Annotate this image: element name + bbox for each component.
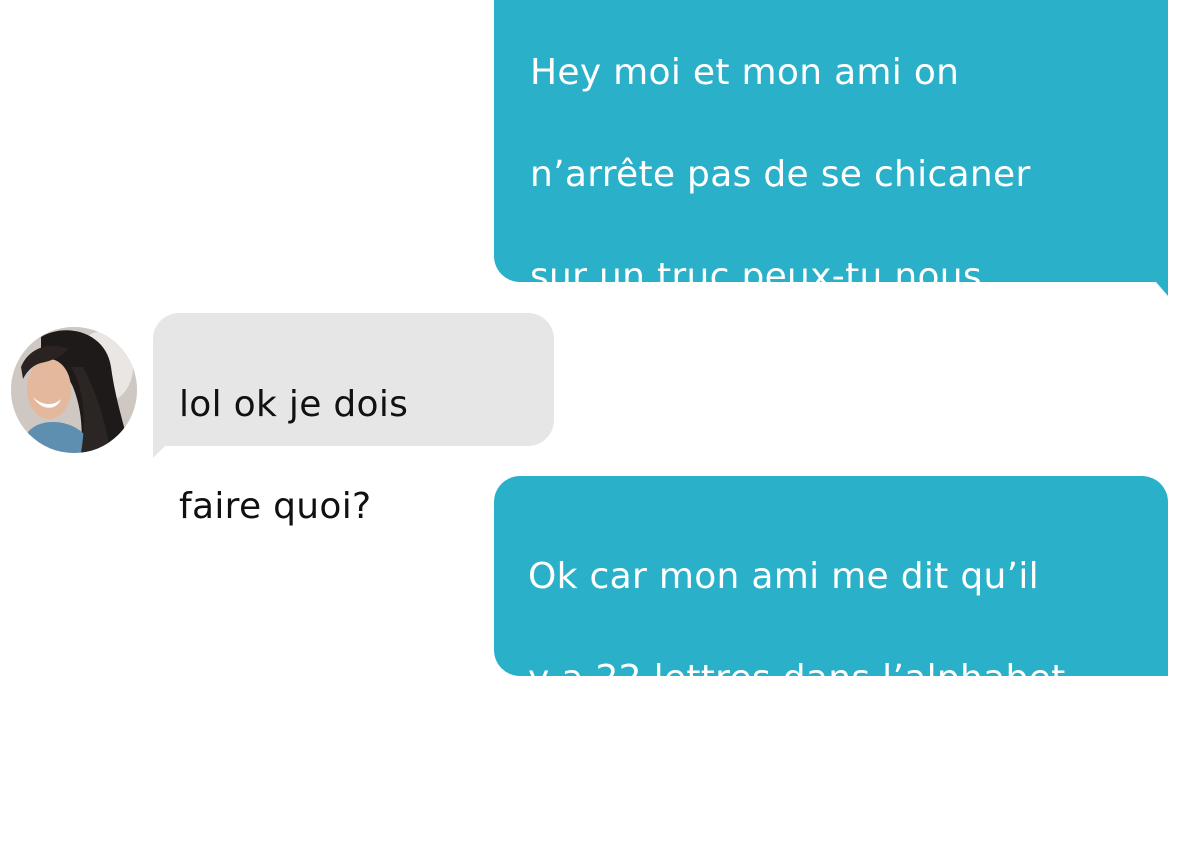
message-line: Ok car mon ami me dit qu’il	[528, 556, 1039, 597]
message-line: aider à terminer le débat en	[530, 358, 1046, 399]
bubble-tail	[153, 446, 165, 458]
contact-avatar[interactable]	[11, 327, 137, 453]
message-line: y a 22 lettres dans l’alphabet	[528, 658, 1066, 699]
message-line: sur un truc peux-tu nous	[530, 256, 982, 297]
message-line: mais moi je suis sûr qu’il y	[528, 760, 1016, 801]
message-bubble-sent: Ok car mon ami me dit qu’il y a 22 lettr…	[494, 476, 1168, 801]
message-bubble-received: lol ok je dois faire quoi?	[153, 313, 554, 527]
message-line: Hey moi et mon ami on	[530, 52, 960, 93]
message-bubble-sent: Hey moi et mon ami on n’arrête pas de se…	[494, 0, 1168, 501]
bubble-tail	[1156, 282, 1168, 296]
message-line: n’arrête pas de se chicaner	[530, 154, 1031, 195]
chat-thread: Hey moi et mon ami on n’arrête pas de se…	[0, 0, 1200, 801]
avatar-photo-icon	[11, 327, 137, 453]
message-line: lol ok je dois	[179, 384, 409, 425]
message-line: faire quoi?	[179, 486, 372, 527]
